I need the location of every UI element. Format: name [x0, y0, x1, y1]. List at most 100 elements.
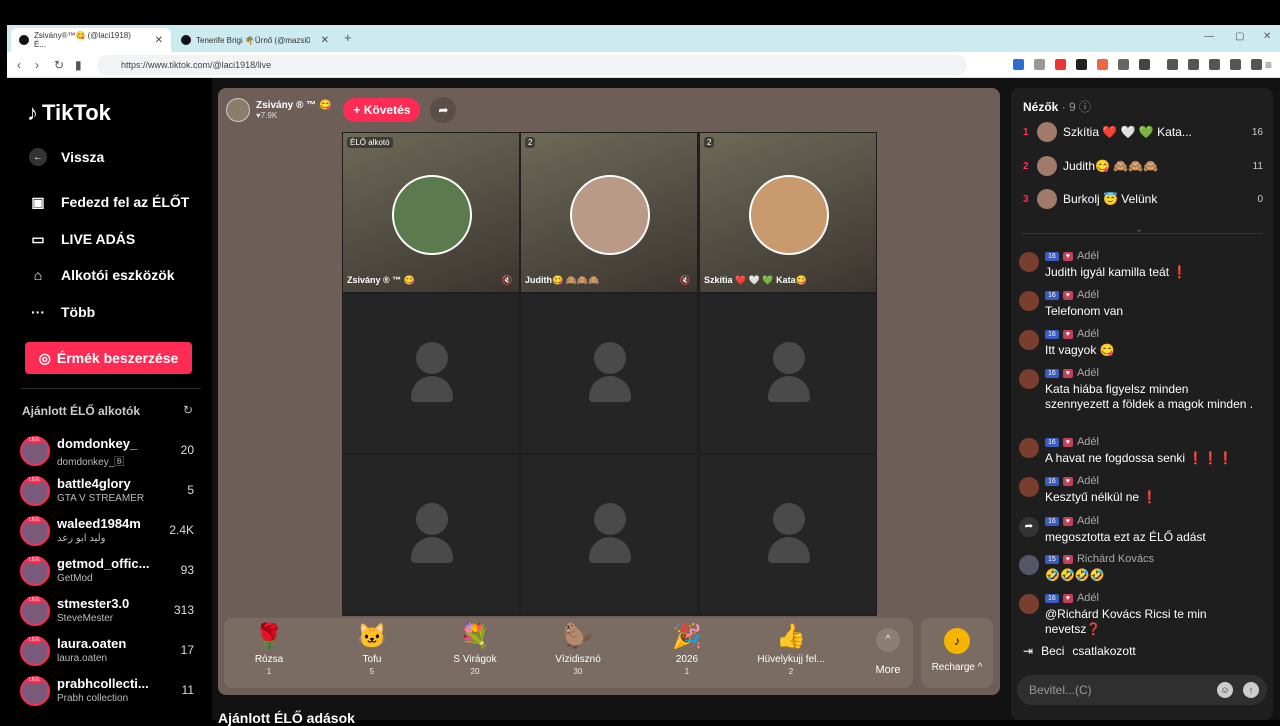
top-viewer[interactable]: 2 Judith😋 🙈🙈🙈 11 [1023, 155, 1263, 177]
empty-guest-slot[interactable] [699, 454, 877, 615]
wallet-icon[interactable] [1209, 59, 1220, 70]
host-avatar[interactable] [226, 98, 250, 122]
chat-username[interactable]: Adél [1077, 592, 1099, 604]
close-tab-icon[interactable]: ✕ [321, 35, 329, 46]
guest-cell[interactable]: 2 Szkítia ❤️ 🤍 💚 Kata😋 [699, 132, 877, 293]
level-badge: 16 [1045, 368, 1059, 378]
tiktok-logo[interactable]: ♪ TikTok [27, 100, 111, 126]
refresh-icon[interactable]: ↻ [183, 403, 193, 417]
chat-text: Kata hiába figyelsz minden szennyezett a… [1045, 382, 1254, 411]
extension-icon[interactable] [1118, 59, 1129, 70]
nav-live[interactable]: ▭ LIVE ADÁS [29, 230, 135, 248]
gift-item[interactable]: 💐 S Virágok 20 [430, 622, 520, 676]
host-bar: Zsivány ® ™ 😋 ♥7.9K + Követés ➦ [226, 97, 457, 123]
extension-icon[interactable] [1013, 59, 1024, 70]
avatar[interactable] [1019, 555, 1039, 575]
avatar: LIVE [20, 516, 50, 546]
tiktok-page: ♪ TikTok ← Vissza ▣ Fedezd fel az ÉLŐT ▭… [7, 78, 1280, 726]
nav-explore-live[interactable]: ▣ Fedezd fel az ÉLŐT [29, 193, 189, 211]
back-link[interactable]: ← Vissza [29, 148, 104, 166]
empty-guest-slot[interactable] [520, 454, 698, 615]
join-username[interactable]: Beci [1041, 644, 1064, 658]
heart-badge-icon: ♥ [1062, 251, 1073, 261]
avatar[interactable] [1019, 438, 1039, 458]
get-coins-button[interactable]: ◎ Érmék beszerzése [25, 342, 192, 374]
gift-item[interactable]: 🎉 2026 1 [642, 622, 732, 676]
extension-icon[interactable] [1097, 59, 1108, 70]
empty-guest-slot[interactable] [520, 293, 698, 454]
share-icon[interactable]: ➦ [430, 97, 457, 123]
extension-icon[interactable] [1076, 59, 1087, 70]
recharge-button[interactable]: ♪ Recharge ^ [921, 618, 993, 688]
creator-item[interactable]: LIVE prabhcollecti... Prabh collection 1… [20, 674, 200, 710]
menu-icon[interactable]: ≡ [1265, 58, 1272, 72]
download-icon[interactable] [1230, 59, 1241, 70]
extension-icon[interactable] [1034, 59, 1045, 70]
media-icon[interactable] [1167, 59, 1178, 70]
extension-icon[interactable] [1055, 59, 1066, 70]
extension-icon[interactable] [1139, 59, 1150, 70]
browser-tab-active[interactable]: Zsivány®™😋 (@laci1918) É... ✕ [11, 28, 171, 52]
chat-username[interactable]: Richárd Kovács [1077, 553, 1154, 565]
maximize-icon[interactable]: ▢ [1235, 31, 1244, 42]
chat-username[interactable]: Adél [1077, 515, 1099, 527]
creator-item[interactable]: LIVE getmod_offic... GetMod 93 [20, 554, 200, 590]
top-viewer[interactable]: 1 Szkítia ❤️ 🤍 💚 Kata... 16 [1023, 121, 1263, 143]
gift-item[interactable]: 🐱 Tofu 5 [327, 622, 417, 676]
emoji-icon[interactable]: ☺ [1217, 682, 1233, 698]
chat-username[interactable]: Adél [1077, 367, 1099, 379]
close-window-icon[interactable]: ✕ [1263, 31, 1271, 42]
close-tab-icon[interactable]: ✕ [155, 35, 163, 46]
avatar[interactable] [1019, 291, 1039, 311]
forward-arrow-icon[interactable]: › [35, 58, 39, 72]
url-field[interactable]: https://www.tiktok.com/@laci1918/live [97, 55, 967, 75]
mic-muted-icon: 🔇 [679, 275, 691, 285]
empty-guest-slot[interactable] [342, 454, 520, 615]
avatar[interactable] [1019, 369, 1039, 389]
follow-button[interactable]: + Követés [343, 98, 421, 122]
guest-cell[interactable]: 2 Judith😋 🙈🙈🙈 🔇 [520, 132, 698, 293]
avatar[interactable] [1019, 594, 1039, 614]
gift-item[interactable]: 🌹 Rózsa 1 [224, 622, 314, 676]
reload-icon[interactable]: ↻ [54, 58, 64, 72]
heart-badge-icon: ♥ [1062, 554, 1073, 564]
gift-item[interactable]: 👍 Hüvelykujj fel... 2 [746, 622, 836, 676]
creator-item[interactable]: LIVE domdonkey_ domdonkey_🄱 20 [20, 434, 200, 470]
chat-username[interactable]: Adél [1077, 328, 1099, 340]
creator-item[interactable]: LIVE battle4glory GTA V STREAMER 5 [20, 474, 200, 510]
avatar: LIVE [20, 596, 50, 626]
minimize-icon[interactable]: — [1204, 31, 1214, 42]
host-name[interactable]: Zsivány ® ™ 😋 [256, 100, 331, 111]
nav-label: Fedezd fel az ÉLŐT [61, 194, 190, 210]
avatar[interactable] [1019, 330, 1039, 350]
back-arrow-icon[interactable]: ‹ [17, 58, 21, 72]
avatar[interactable] [1019, 252, 1039, 272]
guest-cell-host[interactable]: ÉLŐ alkotó Zsivány ® ™ 😋 🔇 [342, 132, 520, 293]
browser-tab[interactable]: Tenerife Brigi 🌴Ürnő (@mazsi04) É... ✕ [173, 28, 337, 52]
avatar[interactable] [1019, 477, 1039, 497]
nav-creator-tools[interactable]: ⌂ Alkotói eszközök [29, 266, 175, 284]
gift-item[interactable]: 🦫 Vízidisznó 30 [533, 622, 623, 676]
creator-item[interactable]: LIVE stmester3.0 SteveMester 313 [20, 594, 200, 630]
viewer-count: 17 [180, 643, 194, 657]
empty-guest-slot[interactable] [342, 293, 520, 454]
creator-item[interactable]: LIVE laura.oaten laura.oaten 17 [20, 634, 200, 670]
empty-guest-slot[interactable] [699, 293, 877, 454]
gift-bar: 🌹 Rózsa 1 🐱 Tofu 5 💐 S Virágok 20 🦫 Vízi… [224, 618, 913, 688]
more-gifts-button[interactable]: ^ More [868, 628, 908, 676]
send-icon[interactable]: ↑ [1243, 682, 1259, 698]
chat-username[interactable]: Adél [1077, 436, 1099, 448]
bookmark-icon[interactable]: ▮ [75, 58, 82, 72]
sidebar-icon[interactable] [1188, 59, 1199, 70]
chat-username[interactable]: Adél [1077, 475, 1099, 487]
top-viewer[interactable]: 3 Burkolj 😇 Velünk 0 [1023, 188, 1263, 210]
shield-icon[interactable] [1251, 59, 1262, 70]
chat-username[interactable]: Adél [1077, 289, 1099, 301]
chat-input[interactable]: Bevitel...(C) ☺ ↑ [1017, 675, 1267, 705]
chat-username[interactable]: Adél [1077, 250, 1099, 262]
nav-more[interactable]: ··· Több [29, 303, 95, 321]
new-tab-icon[interactable]: + [344, 30, 352, 45]
info-icon[interactable]: ⓘ [1079, 100, 1091, 114]
creator-item[interactable]: LIVE waleed1984m وليد ابو رعد 2.4K [20, 514, 200, 550]
chat-text: Itt vagyok 😋 [1045, 343, 1115, 357]
